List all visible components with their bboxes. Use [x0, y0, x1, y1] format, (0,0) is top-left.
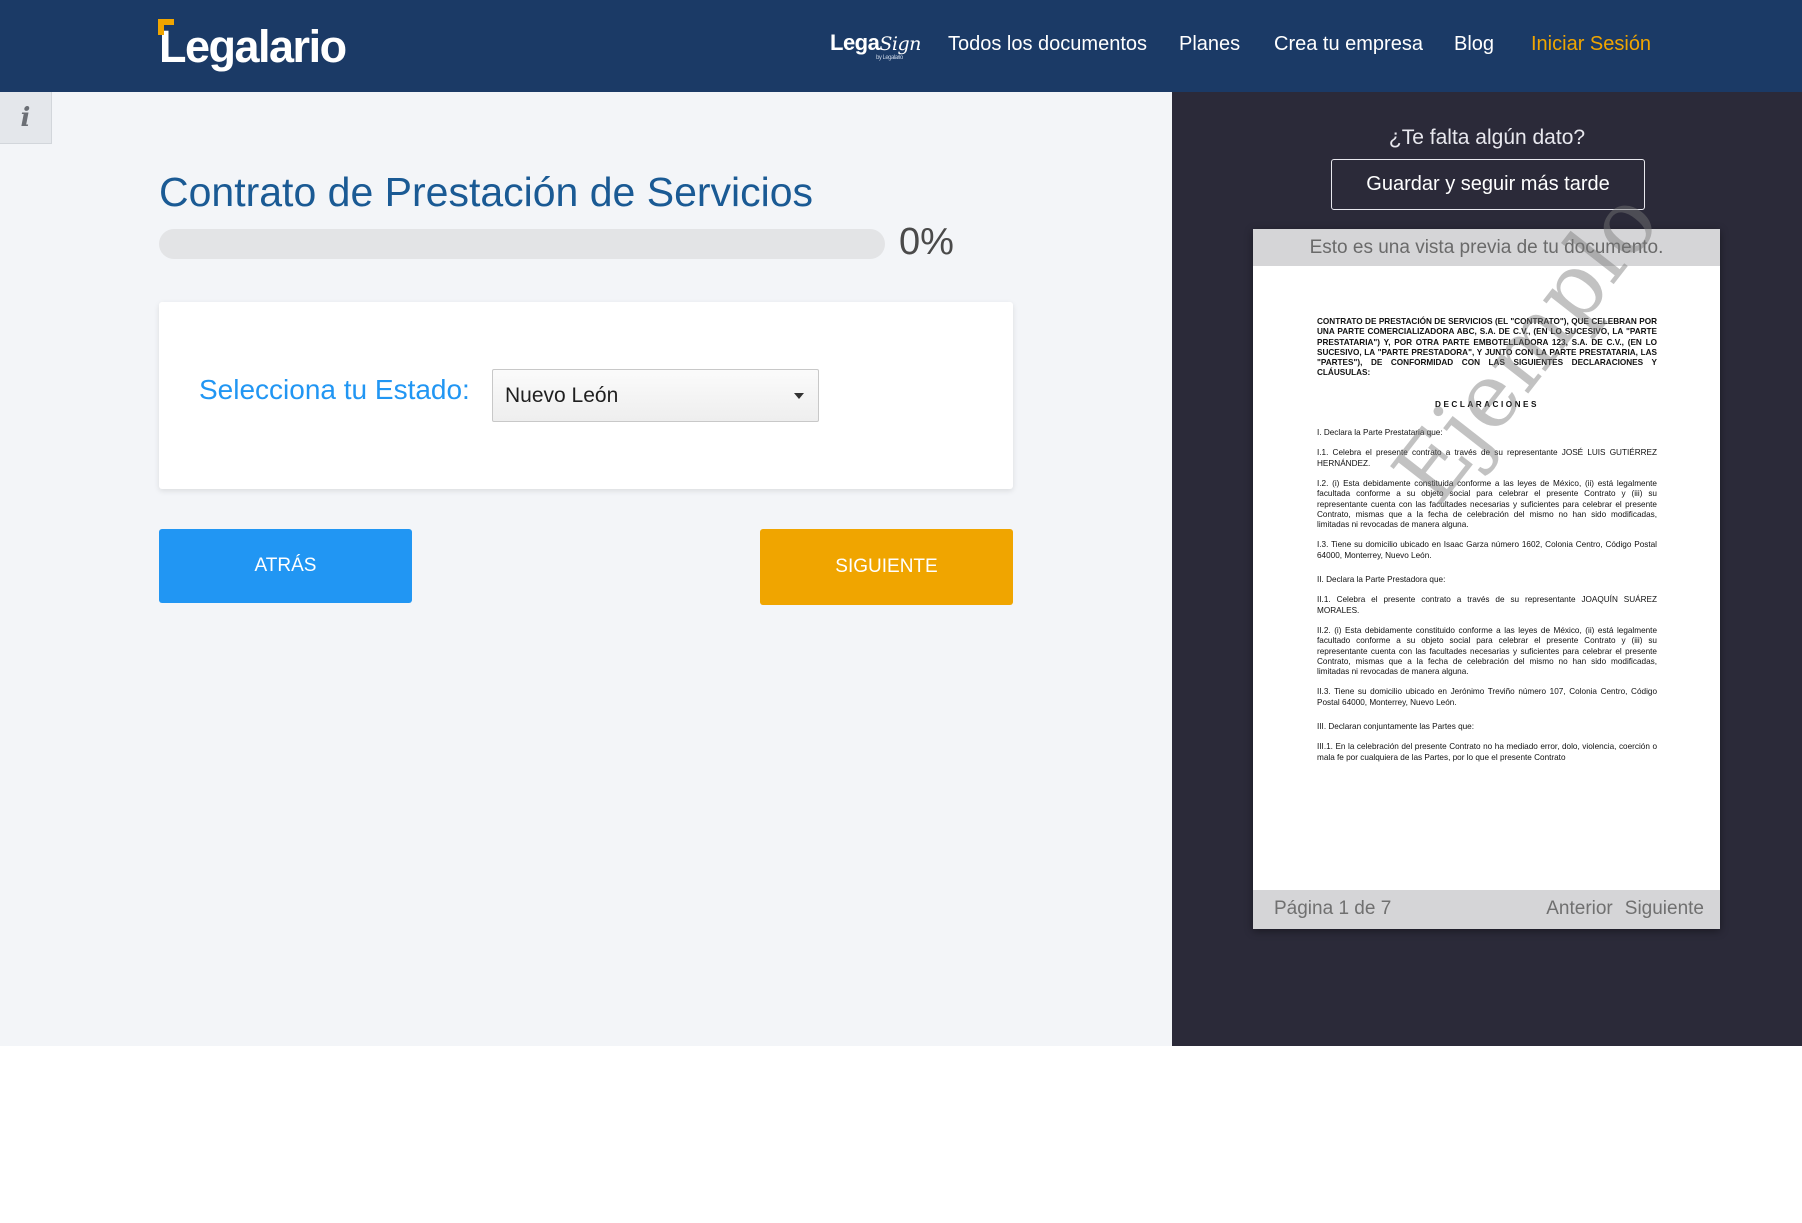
document-preview: Esto es una vista previa de tu documento… — [1253, 172, 1720, 929]
next-page-link[interactable]: Siguiente — [1625, 898, 1704, 920]
progress-bar — [159, 229, 885, 259]
nav-crea-tu-empresa[interactable]: Crea tu empresa — [1274, 33, 1423, 56]
questionnaire-panel: i Contrato de Prestación de Servicios 0%… — [0, 92, 1172, 1046]
preview-panel: ¿Te falta algún dato? Guardar y seguir m… — [1172, 92, 1802, 1046]
doc-paragraph: I.3. Tiene su domicilio ubicado en Isaac… — [1317, 540, 1657, 560]
preview-footer: Página 1 de 7 Anterior Siguiente — [1253, 890, 1720, 929]
nav-blog[interactable]: Blog — [1454, 33, 1494, 56]
missing-data-text: ¿Te falta algún dato? — [1388, 126, 1586, 149]
doc-paragraph: II.1. Celebra el presente contrato a tra… — [1317, 595, 1657, 615]
progress-percentage: 0% — [899, 221, 954, 263]
info-icon: i — [20, 102, 31, 133]
doc-paragraph: I.2. (i) Esta debidamente constituida co… — [1317, 478, 1657, 530]
doc-paragraph: I. Declara la Parte Prestataria que: — [1317, 428, 1443, 438]
document-title: Contrato de Prestación de Servicios — [159, 169, 814, 215]
save-continue-later-button[interactable]: Guardar y seguir más tarde — [1331, 159, 1645, 210]
caret-down-icon — [794, 393, 804, 399]
previous-page-link[interactable]: Anterior — [1546, 898, 1613, 920]
state-select-value: Nuevo León — [505, 384, 619, 407]
back-button[interactable]: ATRÁS — [159, 529, 412, 603]
state-select-label: Selecciona tu Estado: — [199, 374, 470, 405]
doc-paragraph: II.2. (i) Esta debidamente constituido c… — [1317, 625, 1657, 677]
doc-paragraph: II. Declara la Parte Prestadora que: — [1317, 575, 1446, 585]
preview-header: Esto es una vista previa de tu documento… — [1253, 229, 1720, 266]
legalario-logo[interactable]: Legalario — [158, 18, 347, 76]
doc-declaraciones-heading: DECLARACIONES — [1435, 399, 1539, 409]
legasign-brand: Lega — [830, 30, 880, 55]
next-button[interactable]: SIGUIENTE — [760, 529, 1013, 605]
legasign-logo[interactable]: LegaSign by Legalario — [830, 30, 921, 61]
question-card: Selecciona tu Estado: Nuevo León — [159, 302, 1013, 489]
nav-todos-los-documentos[interactable]: Todos los documentos — [948, 33, 1147, 56]
doc-paragraph: III.1. En la celebración del presente Co… — [1317, 742, 1657, 762]
preview-pager: Anterior Siguiente — [1546, 898, 1704, 920]
logo-text: Legalario — [159, 21, 347, 72]
legasign-brand-script: Sign — [879, 33, 921, 55]
nav-planes[interactable]: Planes — [1179, 33, 1240, 56]
state-select[interactable]: Nuevo León — [492, 369, 819, 422]
doc-paragraph: II.3. Tiene su domicilio ubicado en Jeró… — [1317, 687, 1657, 707]
logo-corner-icon — [158, 19, 174, 35]
info-button[interactable]: i — [0, 92, 52, 144]
nav-iniciar-sesion[interactable]: Iniciar Sesión — [1531, 33, 1651, 56]
page-indicator: Página 1 de 7 — [1274, 898, 1392, 919]
doc-intro: CONTRATO DE PRESTACIÓN DE SERVICIOS (EL … — [1317, 317, 1657, 378]
doc-paragraph: I.1. Celebra el presente contrato a trav… — [1317, 448, 1657, 468]
top-navbar: Legalario LegaSign by Legalario Todos lo… — [0, 0, 1802, 92]
legasign-sub: by Legalario — [876, 55, 903, 61]
doc-paragraph: III. Declaran conjuntamente las Partes q… — [1317, 722, 1475, 732]
document-page: CONTRATO DE PRESTACIÓN DE SERVICIOS (EL … — [1317, 317, 1657, 773]
